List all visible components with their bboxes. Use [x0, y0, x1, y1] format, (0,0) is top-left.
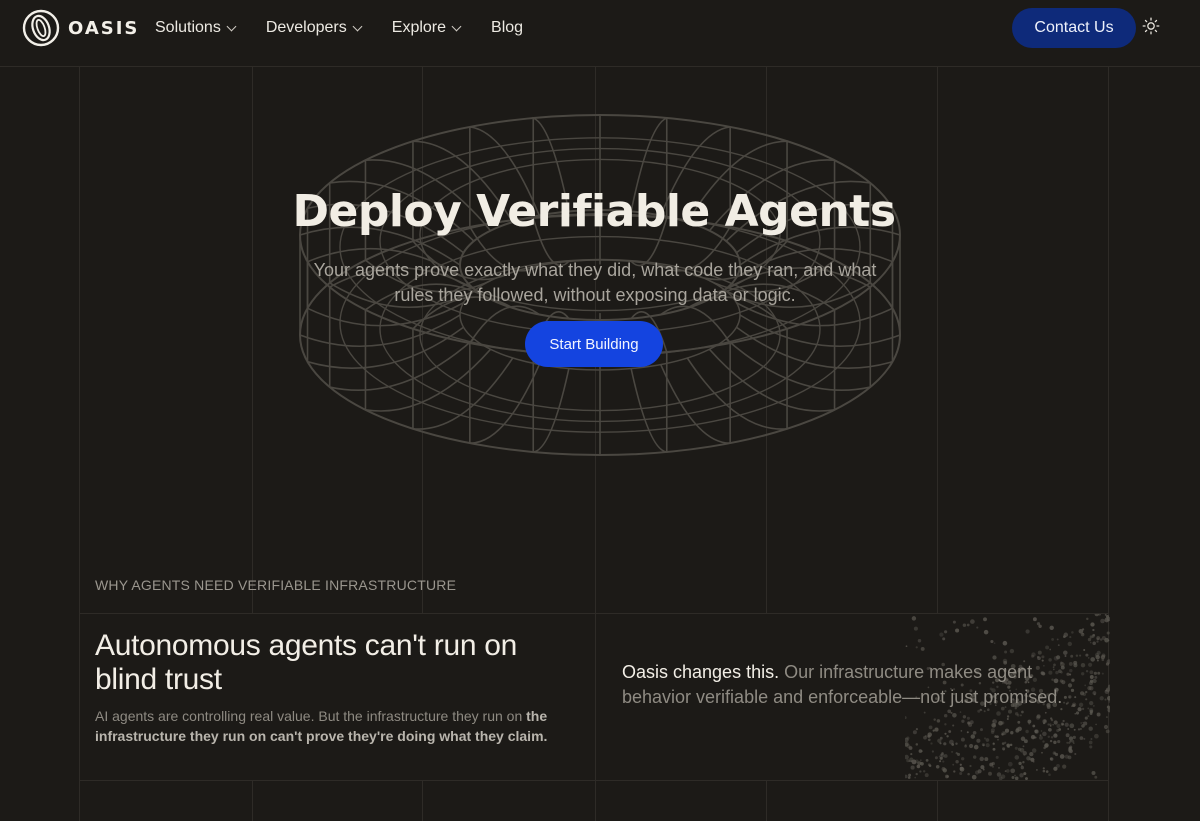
nav-solutions-label: Solutions — [155, 19, 221, 36]
hero-subtitle: Your agents prove exactly what they did,… — [313, 260, 877, 305]
main-nav: Solutions Developers Explore Blog — [155, 0, 554, 56]
hero-title: Deploy Verifiable Agents — [292, 186, 896, 237]
sun-icon[interactable] — [1142, 17, 1160, 35]
brand-name: OASIS — [68, 17, 140, 39]
nav-developers-label: Developers — [265, 19, 347, 36]
changes-lead: Oasis changes this. — [622, 662, 780, 682]
site-header: OASIS Solutions Developers Explore Blog … — [0, 0, 1200, 67]
nav-explore-label: Explore — [391, 19, 447, 36]
chevron-down-icon — [226, 21, 237, 31]
section-eyebrow: WHY AGENTS NEED VERIFIABLE INFRASTRUCTUR… — [95, 577, 457, 593]
contact-us-button[interactable]: Contact Us — [1012, 8, 1136, 48]
chevron-down-icon — [451, 21, 462, 31]
nav-explore[interactable]: Explore — [391, 19, 462, 37]
nav-blog[interactable]: Blog — [491, 19, 523, 37]
oasis-changes-text: Oasis changes this. Our infrastructure m… — [622, 660, 1082, 710]
chevron-down-icon — [352, 21, 363, 31]
start-building-button[interactable]: Start Building — [525, 321, 663, 367]
nav-solutions[interactable]: Solutions — [155, 19, 237, 37]
oasis-logo-icon — [22, 9, 60, 47]
section-body-plain: AI agents are controlling real value. Bu… — [95, 708, 527, 724]
nav-blog-label: Blog — [491, 19, 524, 36]
section-body: AI agents are controlling real value. Bu… — [95, 706, 585, 746]
nav-developers[interactable]: Developers — [265, 19, 363, 37]
section-title: Autonomous agents can't run on blind tru… — [95, 629, 518, 696]
brand-logo[interactable]: OASIS — [22, 9, 139, 47]
